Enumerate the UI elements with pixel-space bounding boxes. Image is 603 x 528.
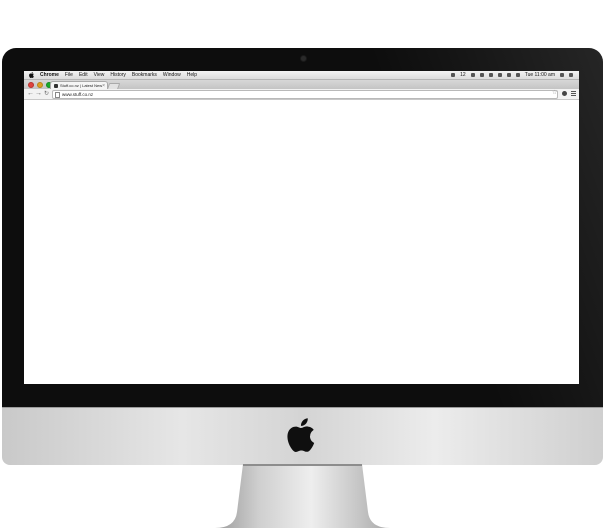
camera-icon [301, 56, 306, 61]
notification-center-icon[interactable] [569, 73, 573, 77]
menu-view[interactable]: View [94, 71, 105, 79]
address-bar-url[interactable]: www.stuff.co.nz [62, 91, 93, 98]
extension-icon[interactable] [562, 91, 567, 96]
address-bar[interactable]: www.stuff.co.nz [52, 90, 558, 99]
mac-menubar: Chrome File Edit View History Bookmarks … [24, 71, 579, 80]
mail-icon[interactable] [451, 73, 456, 77]
dropbox-icon[interactable] [479, 73, 484, 77]
menu-bookmarks[interactable]: Bookmarks [132, 71, 157, 79]
menu-help[interactable]: Help [187, 71, 197, 79]
page-content [24, 100, 579, 384]
bookmark-star-icon[interactable]: ☆ [552, 90, 557, 97]
close-window-button[interactable] [28, 82, 34, 88]
tab-strip: Stuff.co.nz | Latest New × [24, 80, 579, 90]
menu-history[interactable]: History [110, 71, 126, 79]
menu-window[interactable]: Window [163, 71, 181, 79]
window-controls [28, 82, 52, 88]
bluetooth-icon[interactable] [488, 73, 493, 77]
menu-app-name[interactable]: Chrome [40, 71, 59, 79]
minimize-window-button[interactable] [37, 82, 43, 88]
site-favicon-icon [54, 84, 58, 88]
menu-file[interactable]: File [65, 71, 73, 79]
monitor-screen: Chrome File Edit View History Bookmarks … [24, 71, 579, 384]
wifi-icon[interactable] [497, 73, 502, 77]
menu-edit[interactable]: Edit [79, 71, 88, 79]
forward-arrow-icon[interactable]: → [35, 90, 42, 98]
browser-toolbar: ← → ↻ www.stuff.co.nz ☆ [24, 89, 579, 100]
page-icon [55, 92, 60, 98]
back-arrow-icon[interactable]: ← [27, 90, 34, 98]
chrome-menu-icon[interactable] [571, 91, 576, 96]
apple-menu-icon[interactable] [29, 72, 34, 78]
reload-icon[interactable]: ↻ [43, 90, 50, 98]
spotlight-icon[interactable] [560, 73, 564, 77]
mail-count: 12 [460, 72, 466, 78]
volume-icon[interactable] [506, 73, 511, 77]
menubar-clock[interactable]: Tue 11:00 am [525, 71, 555, 79]
battery-icon[interactable] [515, 73, 520, 77]
sync-icon[interactable] [470, 73, 475, 77]
apple-logo-icon [287, 418, 315, 452]
